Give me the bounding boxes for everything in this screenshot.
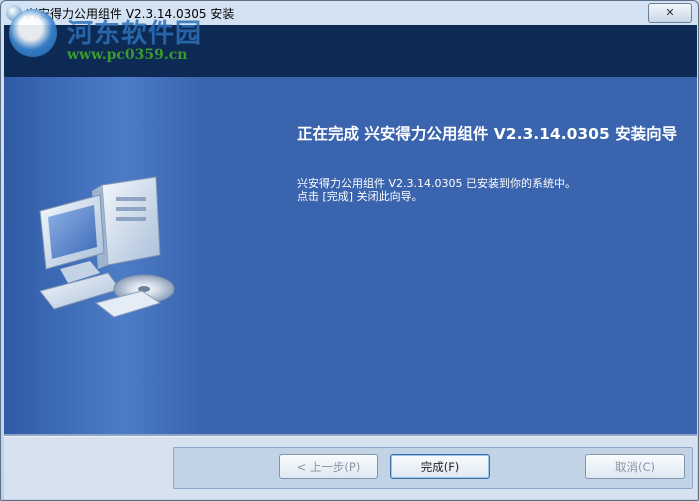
watermark-logo-text: 河东软件园 bbox=[67, 19, 203, 49]
finish-button[interactable]: 完成(F) bbox=[390, 454, 490, 479]
close-icon[interactable]: ✕ bbox=[648, 3, 692, 23]
watermark: 河东软件园 www.pc0359.cn bbox=[67, 13, 203, 63]
wizard-content: 正在完成 兴安得力公用组件 V2.3.14.0305 安装向导 兴安得力公用组件… bbox=[4, 77, 697, 434]
side-banner bbox=[4, 77, 200, 434]
watermark-logo-icon bbox=[9, 9, 57, 57]
back-button[interactable]: < 上一步(P) bbox=[279, 454, 378, 479]
description-line: 兴安得力公用组件 V2.3.14.0305 已安装到你的系统中。 bbox=[297, 177, 576, 190]
page-title: 正在完成 兴安得力公用组件 V2.3.14.0305 安装向导 bbox=[297, 125, 678, 143]
computer-illustration bbox=[39, 176, 175, 318]
cancel-button[interactable]: 取消(C) bbox=[585, 454, 685, 479]
installer-window: 兴安得力公用组件 V2.3.14.0305 安装 ✕ 河东软件园 www.pc0… bbox=[0, 0, 699, 501]
description: 兴安得力公用组件 V2.3.14.0305 已安装到你的系统中。 点击 [完成]… bbox=[297, 177, 687, 203]
watermark-url: www.pc0359.cn bbox=[67, 47, 188, 63]
description-line: 点击 [完成] 关闭此向导。 bbox=[297, 190, 423, 203]
